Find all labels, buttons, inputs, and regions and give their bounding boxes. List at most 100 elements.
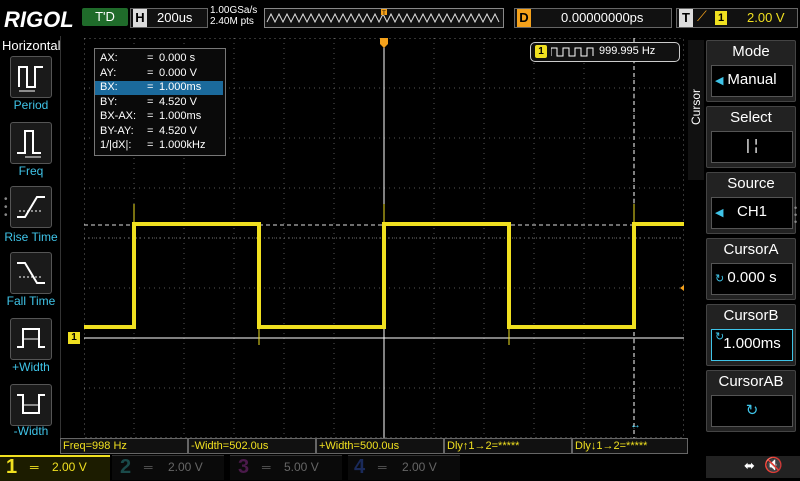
- scroll-dots: • • •: [4, 194, 8, 221]
- cursor-key: BX-AX:: [100, 110, 137, 122]
- ch2-coupling-icon: ═: [144, 460, 153, 474]
- delay-value: 0.00000000ps: [561, 10, 644, 25]
- period-button[interactable]: [10, 56, 52, 98]
- memory-trigger-marker: T: [382, 11, 386, 17]
- ch4-scale: 2.00 V: [402, 460, 437, 474]
- cursor-eq: =: [147, 81, 154, 93]
- freq-button[interactable]: [10, 122, 52, 164]
- horizontal-label: H: [133, 9, 147, 27]
- cursor-value: 4.520 V: [159, 124, 197, 137]
- delay-indicator[interactable]: D 0.00000000ps: [514, 8, 672, 28]
- cursor-eq: =: [147, 139, 154, 151]
- trigger-source: 1: [715, 11, 727, 25]
- sample-rate: 1.00GSa/s: [210, 5, 258, 16]
- ch3-number: 3: [238, 456, 250, 478]
- freq-counter-value: 999.995 Hz: [599, 45, 656, 57]
- square-wave-icon: [551, 47, 594, 57]
- cursor-key: AX:: [100, 52, 118, 64]
- fall-time-button[interactable]: [10, 252, 52, 294]
- speaker-mute-icon[interactable]: 🔇: [764, 456, 783, 474]
- trigger-level: 2.00 V: [747, 10, 785, 25]
- cursor-row-0: AX: = 0.000 s: [95, 52, 223, 66]
- source-softkey[interactable]: Source ◀ CH1: [706, 172, 796, 234]
- cursor-readout-table: AX: = 0.000 s AY: = 0.000 V BX: = 1.000ms BY: = 4.5…: [94, 48, 226, 156]
- ch1-offset-marker[interactable]: 1: [68, 332, 80, 344]
- cursor-row-5: BY-AY: = 4.520 V: [95, 125, 223, 139]
- memory-overview-waveform: T: [266, 9, 500, 24]
- period-label: Period: [13, 98, 49, 112]
- fall-time-label: Fall Time: [6, 294, 56, 308]
- delay-label: D: [517, 9, 531, 27]
- cursor-a-softkey[interactable]: CursorA ↻ 0.000 s: [706, 238, 796, 300]
- cursor-ab-title: CursorAB: [718, 373, 784, 390]
- cursor-eq: =: [147, 110, 154, 122]
- ch3-scale: 5.00 V: [284, 460, 319, 474]
- brand-logo: RIGOL: [4, 7, 74, 32]
- cursor-b-value: 1.000ms: [723, 335, 781, 352]
- freq-icon: [17, 130, 41, 158]
- cursor-b-title: CursorB: [723, 307, 779, 324]
- cursor-value: 4.520 V: [159, 95, 197, 108]
- cursor-eq: =: [147, 124, 154, 137]
- positive-width-label: +Width: [12, 360, 50, 374]
- ch1-coupling-icon: ═: [30, 460, 39, 474]
- cursor-b-position-icon: ↔: [630, 419, 641, 431]
- rise-time-label: Rise Time: [4, 230, 58, 244]
- knob-icon: ↻: [745, 402, 759, 419]
- measurement-delay-rise: Dly↑1→2=*****: [444, 438, 572, 454]
- cursor-a-title: CursorA: [723, 241, 779, 258]
- ch1-scale: 2.00 V: [52, 460, 87, 474]
- cursor-a-value: 0.000 s: [727, 269, 777, 286]
- cursor-b-softkey[interactable]: CursorB ↻ 1.000ms: [706, 304, 796, 366]
- select-value: | ¦: [746, 137, 758, 154]
- ch2-scale: 2.00 V: [168, 460, 203, 474]
- freq-channel-badge: 1: [535, 45, 547, 58]
- cursor-key: BY:: [100, 95, 118, 108]
- measurement-pos-width: +Width=500.0us: [316, 438, 444, 454]
- measurement-delay-fall: Dly↓1→2=*****: [572, 438, 688, 454]
- cursor-key: AY:: [100, 66, 117, 79]
- negative-width-button[interactable]: [10, 384, 52, 426]
- mode-softkey[interactable]: Mode ◀ Manual: [706, 40, 796, 102]
- cursor-value: 1.000kHz: [159, 139, 206, 151]
- mode-value: Manual: [727, 71, 777, 88]
- select-softkey[interactable]: Select | ¦: [706, 106, 796, 168]
- freq-label: Freq: [18, 164, 44, 178]
- cursor-eq: =: [147, 52, 154, 64]
- mode-title: Mode: [732, 43, 770, 60]
- trigger-indicator[interactable]: T ⟋ 1 2.00 V: [676, 8, 798, 28]
- rise-time-icon: [17, 196, 45, 218]
- sample-info: 1.00GSa/s 2.40M pts: [210, 5, 257, 27]
- trigger-label: T: [679, 9, 693, 27]
- cursor-eq: =: [147, 95, 154, 108]
- ch2-number: 2: [120, 456, 132, 478]
- measurement-freq: Freq=998 Hz: [60, 438, 188, 454]
- timebase-value: 200us: [157, 10, 193, 25]
- timebase-indicator[interactable]: H 200us: [130, 8, 208, 28]
- positive-width-icon: [17, 328, 45, 348]
- cursor-value: 0.000 s: [159, 52, 196, 64]
- ch3-coupling-icon: ═: [262, 460, 271, 474]
- cursor-value: 1.000ms: [159, 110, 202, 122]
- measurement-neg-width: -Width=502.0us: [188, 438, 316, 454]
- negative-width-label: -Width: [13, 424, 49, 438]
- select-title: Select: [730, 109, 772, 126]
- period-icon: [18, 66, 43, 92]
- ch4-number: 4: [354, 456, 366, 478]
- cursor-row-3: BY: = 4.520 V: [95, 96, 223, 110]
- cursor-row-1: AY: = 0.000 V: [95, 67, 223, 81]
- negative-width-icon: [17, 394, 45, 414]
- cursor-row-2: BX: = 1.000ms: [95, 81, 223, 95]
- cursor-row-6: 1/|dX|: = 1.000kHz: [95, 139, 223, 153]
- source-title: Source: [727, 175, 775, 192]
- rise-time-button[interactable]: [10, 186, 52, 228]
- memory-depth: 2.40M pts: [210, 16, 254, 27]
- cursor-ab-softkey[interactable]: CursorAB ↻: [706, 370, 796, 432]
- positive-width-button[interactable]: [10, 318, 52, 360]
- fall-time-icon: [17, 262, 45, 284]
- scroll-dots-right: • • •: [794, 203, 798, 227]
- usb-icon: ⬌: [744, 458, 755, 473]
- cursor-key: BX:: [100, 81, 118, 93]
- cursor-menu-tab: Cursor: [688, 40, 704, 180]
- menu-title: Horizontal: [2, 38, 61, 53]
